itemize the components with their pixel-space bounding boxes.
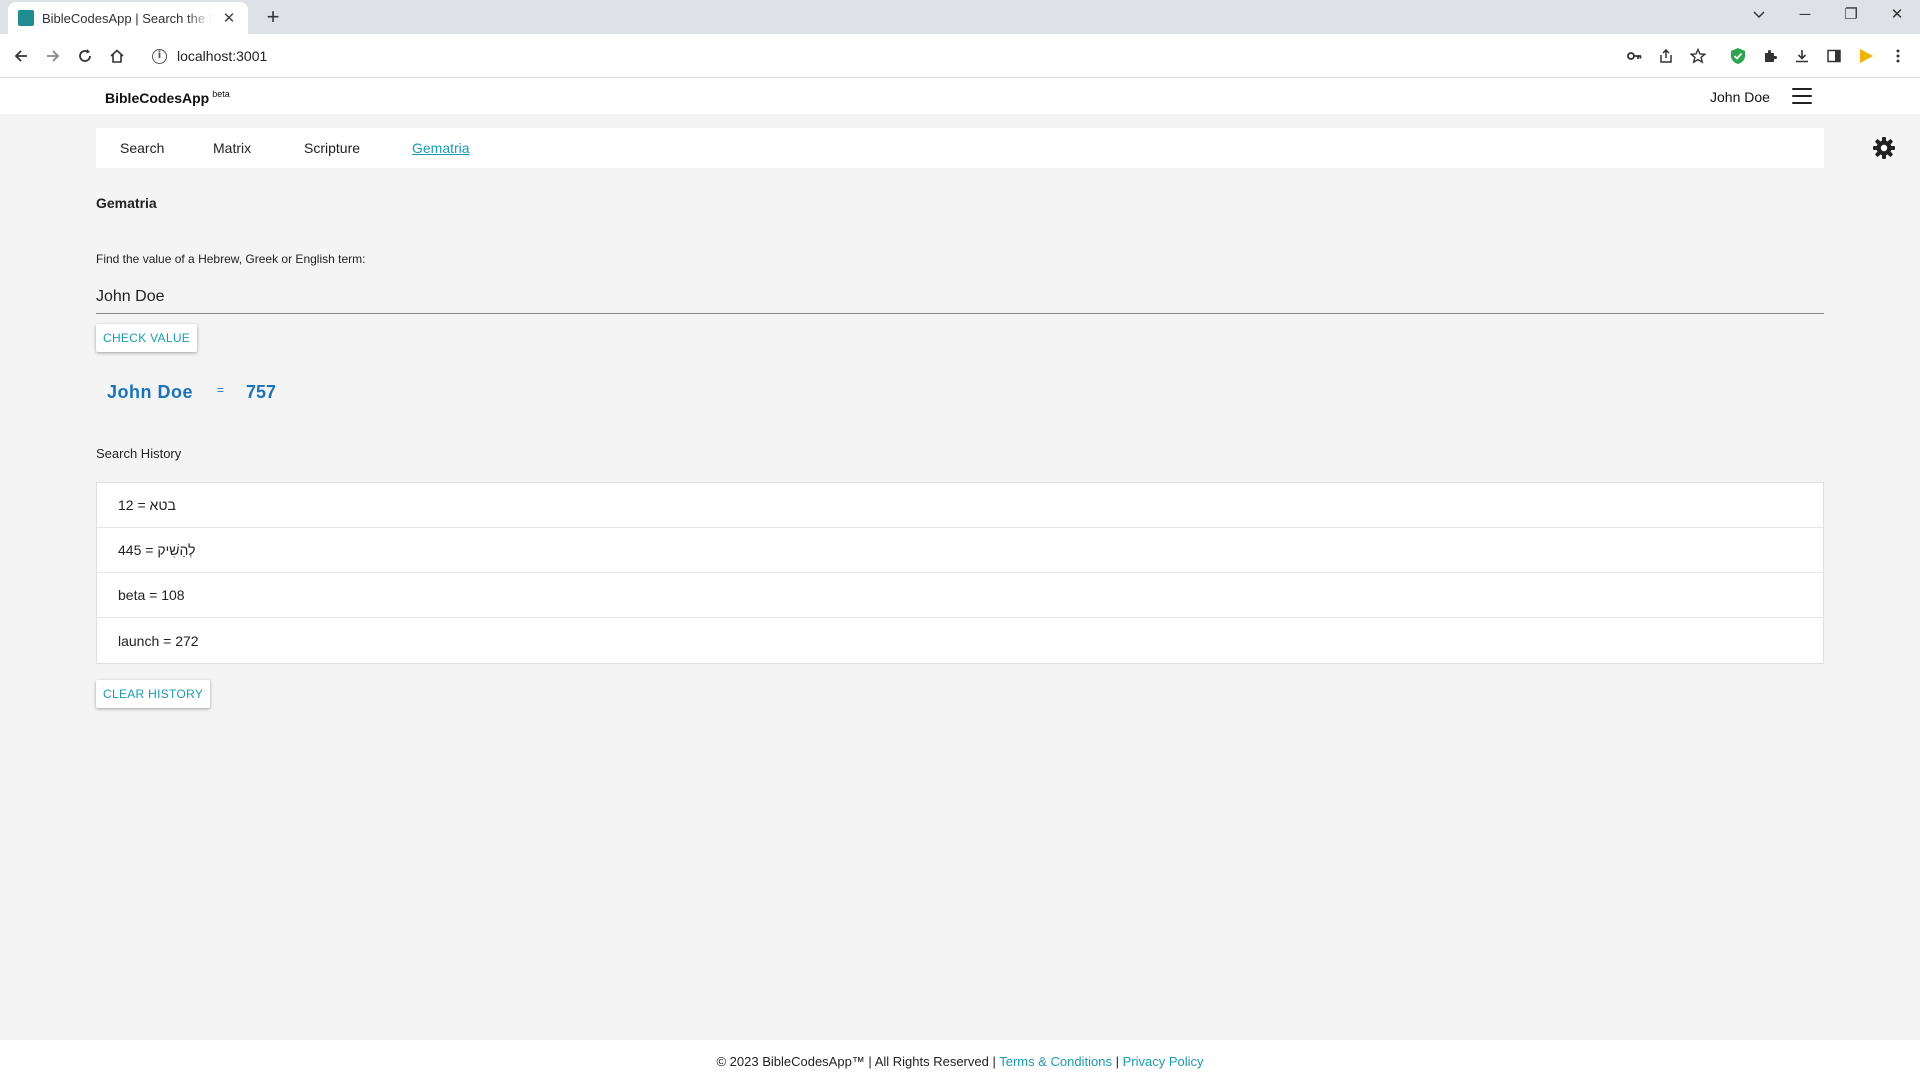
brand-beta-tag: beta	[212, 89, 230, 99]
site-favicon-icon	[18, 10, 34, 26]
brand-name: BibleCodesApp	[105, 90, 210, 106]
terms-link[interactable]: Terms & Conditions	[999, 1054, 1112, 1069]
user-name[interactable]: John Doe	[1710, 89, 1770, 105]
history-item[interactable]: beta = 108	[97, 573, 1823, 618]
browser-tabstrip: BibleCodesApp | Search the Bible ✕ + ─ ❐…	[0, 0, 1920, 34]
brand-logo[interactable]: BibleCodesApp beta	[105, 89, 230, 106]
page-title: Gematria	[96, 195, 157, 211]
browser-tab[interactable]: BibleCodesApp | Search the Bible ✕	[8, 2, 248, 34]
new-tab-icon[interactable]: +	[260, 4, 286, 30]
term-field-label: Find the value of a Hebrew, Greek or Eng…	[96, 252, 366, 266]
tab-scripture[interactable]: Scripture	[304, 140, 360, 156]
password-key-icon[interactable]	[1623, 45, 1645, 67]
site-info-icon[interactable]: i	[152, 48, 167, 64]
settings-gear-icon[interactable]	[1872, 136, 1896, 160]
forward-icon[interactable]	[40, 43, 66, 69]
history-item[interactable]: 445 = לְהַשִׁיק	[97, 528, 1823, 573]
shield-extension-icon[interactable]	[1727, 45, 1749, 67]
history-item[interactable]: 12 = בטא	[97, 483, 1823, 528]
close-window-icon[interactable]: ✕	[1874, 0, 1920, 30]
address-bar[interactable]: i localhost:3001	[142, 39, 1752, 73]
clear-history-button[interactable]: CLEAR HISTORY	[96, 680, 211, 708]
bookmark-star-icon[interactable]	[1687, 45, 1709, 67]
search-history-label: Search History	[96, 446, 182, 461]
restore-icon[interactable]: ❐	[1828, 0, 1874, 30]
history-item[interactable]: launch = 272	[97, 618, 1823, 663]
tab-matrix[interactable]: Matrix	[213, 140, 251, 156]
gematria-result: John Doe = 757	[107, 382, 276, 403]
result-value: 757	[246, 382, 277, 402]
footer-separator: |	[1115, 1054, 1119, 1069]
home-icon[interactable]	[104, 43, 130, 69]
tab-gematria[interactable]: Gematria	[412, 140, 470, 156]
search-history-list: 12 = בטא 445 = לְהַשִׁיק beta = 108 laun…	[96, 482, 1824, 664]
minimize-icon[interactable]: ─	[1782, 0, 1828, 30]
app-header: BibleCodesApp beta John Doe	[0, 78, 1920, 114]
reload-icon[interactable]	[72, 43, 98, 69]
close-tab-icon[interactable]: ✕	[220, 9, 238, 27]
tab-search-chevron-icon[interactable]	[1736, 0, 1782, 30]
extensions-puzzle-icon[interactable]	[1759, 45, 1781, 67]
footer-copyright: © 2023 BibleCodesApp™ | All Rights Reser…	[716, 1054, 996, 1069]
browser-toolbar: i localhost:3001	[0, 34, 1920, 78]
browser-tab-title: BibleCodesApp | Search the Bible	[42, 10, 212, 26]
back-icon[interactable]	[8, 43, 34, 69]
footer: © 2023 BibleCodesApp™ | All Rights Reser…	[0, 1040, 1920, 1080]
term-input[interactable]	[96, 280, 1824, 314]
result-equals: =	[217, 383, 225, 397]
check-value-button[interactable]: CHECK VALUE	[96, 324, 198, 352]
hamburger-menu-icon[interactable]	[1792, 88, 1812, 104]
section-nav: Search Matrix Scripture Gematria	[96, 128, 1895, 168]
tab-search[interactable]: Search	[120, 140, 164, 156]
media-play-icon[interactable]	[1855, 45, 1877, 67]
address-url: localhost:3001	[177, 48, 268, 64]
browser-menu-icon[interactable]	[1887, 45, 1909, 67]
result-term: John Doe	[107, 382, 194, 402]
privacy-link[interactable]: Privacy Policy	[1123, 1054, 1204, 1069]
share-icon[interactable]	[1655, 45, 1677, 67]
side-panel-icon[interactable]	[1823, 45, 1845, 67]
download-icon[interactable]	[1791, 45, 1813, 67]
